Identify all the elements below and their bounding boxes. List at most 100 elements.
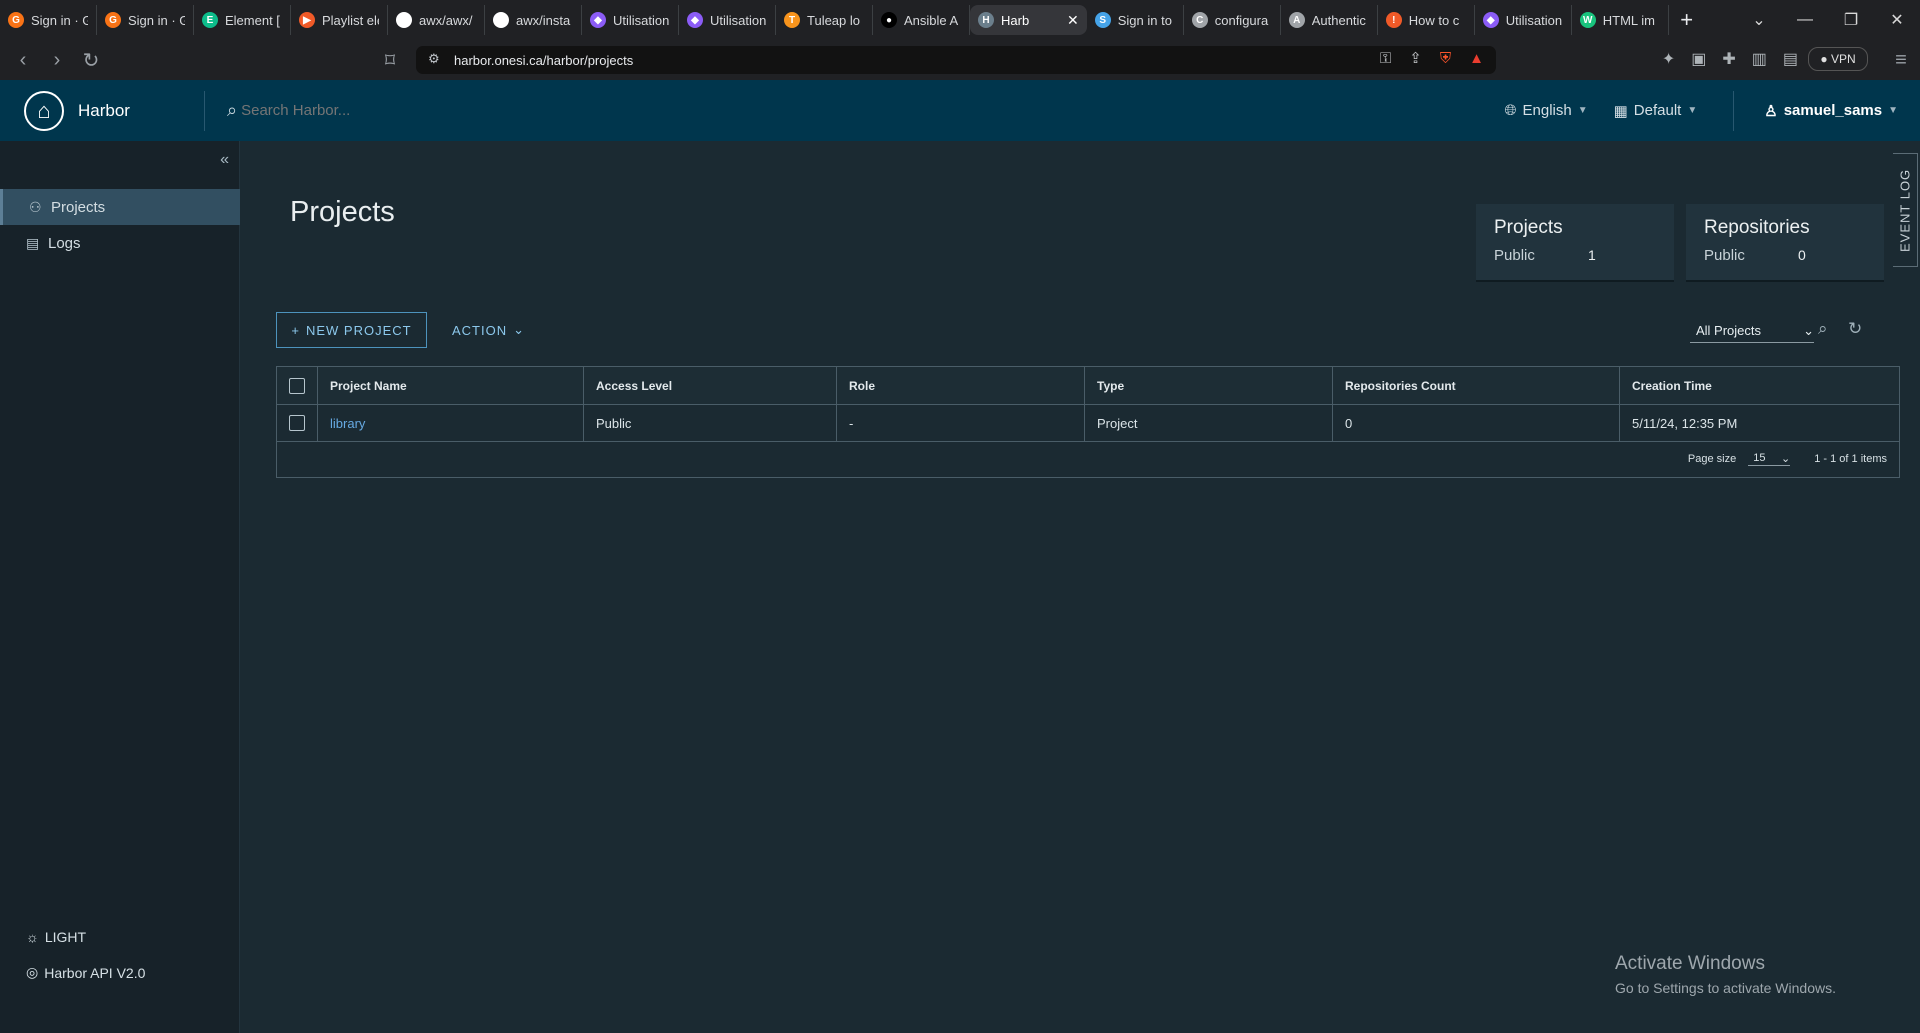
chevron-down-icon: ▼ — [1687, 105, 1698, 116]
header-type[interactable]: Type — [1084, 367, 1332, 404]
tab-title: Playlist ele — [322, 12, 379, 28]
stat-label: Public — [1494, 247, 1535, 264]
tab-search-button[interactable]: ⌄ — [1736, 10, 1782, 30]
share-icon[interactable]: ⇪ — [1409, 49, 1422, 67]
project-link[interactable]: library — [317, 405, 583, 441]
table-header-row: Project Name Access Level Role Type Repo… — [277, 367, 1899, 405]
tab-title: Utilisation — [613, 12, 670, 28]
key-icon[interactable]: ⚿ — [1380, 50, 1391, 67]
puzzle-icon[interactable]: ✚ — [1722, 49, 1735, 69]
sidebar-item-projects[interactable]: ⚇ Projects — [0, 189, 240, 225]
tab-title: Element [ — [225, 12, 280, 28]
minimize-button[interactable]: — — [1782, 11, 1828, 29]
browser-tab[interactable]: ◆ Utilisation — [1475, 5, 1572, 35]
repositories-stat-card: Repositories Public 0 — [1686, 204, 1884, 282]
sidebar-item-label: Logs — [48, 234, 81, 252]
close-window-button[interactable]: ✕ — [1874, 10, 1920, 30]
collapse-sidebar-icon[interactable]: « — [220, 151, 229, 169]
browser-tab[interactable]: A Authentic — [1281, 5, 1378, 35]
vpn-button[interactable]: ● VPN — [1808, 47, 1868, 71]
projects-table: Project Name Access Level Role Type Repo… — [276, 366, 1900, 478]
tab-title: Authentic — [1311, 12, 1366, 28]
select-all-checkbox[interactable] — [289, 377, 305, 394]
select-all-cell — [277, 367, 317, 404]
creation-time-cell: 5/11/24, 12:35 PM — [1619, 405, 1901, 441]
user-menu[interactable]: ♙ samuel_sams ▼ — [1764, 102, 1898, 120]
harbor-header: ⌂ Harbor ⌕ 🌐︎ English ▼ ▦ Default ▼ ♙ sa… — [0, 80, 1920, 141]
search-input[interactable] — [241, 102, 572, 119]
address-bar-row: ‹ › ↻ ⌑ ⚙ harbor.onesi.ca/harbor/project… — [0, 40, 1920, 80]
brave-rewards-icon[interactable]: ▲ — [1469, 50, 1484, 67]
menu-icon[interactable]: ≡ — [1884, 49, 1918, 72]
tab-title: Sign in to — [1117, 12, 1172, 28]
brave-shield-icon[interactable]: ⛨ — [1440, 50, 1451, 67]
harbor-logo[interactable]: ⌂ Harbor — [0, 90, 204, 131]
reload-icon[interactable]: ↻ — [74, 48, 108, 73]
header-creation-time[interactable]: Creation Time — [1619, 367, 1901, 404]
row-select-cell — [277, 405, 317, 441]
browser-tab[interactable]: ● awx/insta — [485, 5, 582, 35]
stat-value: 0 — [1798, 247, 1806, 263]
tab-favicon-icon: ▶ — [299, 12, 315, 28]
forward-icon[interactable]: › — [40, 49, 74, 72]
api-icon: ◎ — [26, 964, 39, 980]
header-divider — [204, 90, 205, 131]
header-repositories-count[interactable]: Repositories Count — [1332, 367, 1619, 404]
new-tab-button[interactable]: + — [1669, 7, 1705, 33]
brand-name: Harbor — [78, 100, 130, 120]
url-text[interactable]: harbor.onesi.ca/harbor/projects — [454, 53, 633, 68]
browser-tab[interactable]: S Sign in to — [1087, 5, 1184, 35]
activate-windows-title: Activate Windows — [1615, 953, 1765, 974]
tab-favicon-icon: ! — [1385, 12, 1402, 28]
new-project-button[interactable]: + NEW PROJECT — [276, 312, 427, 348]
extension-icon[interactable]: ✦ — [1662, 49, 1675, 69]
language-menu[interactable]: 🌐︎ English ▼ — [1504, 102, 1587, 119]
search-icon[interactable]: ⌕ — [227, 100, 237, 121]
browser-tab[interactable]: ▶ Playlist ele — [291, 5, 388, 35]
projects-stat-card: Projects Public 1 — [1476, 204, 1674, 282]
browser-tab[interactable]: W HTML im — [1572, 5, 1669, 35]
bookmark-icon[interactable]: ⌑ — [373, 48, 407, 73]
stat-title: Repositories — [1704, 217, 1810, 238]
api-link-label: Harbor API V2.0 — [44, 964, 146, 981]
harbor-api-link[interactable]: ◎ Harbor API V2.0 — [26, 964, 145, 981]
browser-tab[interactable]: G Sign in · G — [0, 5, 97, 35]
browser-tab[interactable]: ! How to c — [1378, 5, 1475, 35]
header-project-name[interactable]: Project Name — [317, 367, 583, 404]
page-size-select[interactable]: 15 ⌄ — [1748, 452, 1791, 466]
site-settings-icon[interactable]: ⚙ — [428, 51, 440, 67]
browser-tab[interactable]: ◆ Utilisation — [679, 5, 776, 35]
maximize-button[interactable]: ❐ — [1828, 10, 1874, 30]
project-filter-select[interactable]: All Projects ⌄ — [1690, 319, 1814, 343]
globe-icon: 🌐︎ — [1504, 102, 1517, 119]
theme-toggle-light[interactable]: ☼ LIGHT — [26, 929, 86, 945]
sidebar-icon[interactable]: ▥ — [1752, 49, 1767, 69]
event-log-tab[interactable]: EVENT LOG — [1893, 153, 1918, 267]
close-tab-icon[interactable]: ✕ — [1067, 12, 1079, 29]
refresh-icon[interactable]: ↻ — [1848, 319, 1862, 339]
browser-tab[interactable]: ● Ansible A — [873, 5, 970, 35]
activate-windows-subtitle: Go to Settings to activate Windows. — [1615, 980, 1836, 996]
row-checkbox[interactable] — [289, 415, 305, 431]
header-access-level[interactable]: Access Level — [583, 367, 836, 404]
logs-icon: ▤ — [26, 234, 40, 251]
browser-tab[interactable]: T Tuleap lo — [776, 5, 873, 35]
url-bar[interactable]: ⚙ harbor.onesi.ca/harbor/projects ⚿ ⇪ ⛨ … — [416, 46, 1496, 74]
header-role[interactable]: Role — [836, 367, 1084, 404]
browser-tab[interactable]: ◆ Utilisation — [582, 5, 679, 35]
theme-menu[interactable]: ▦ Default ▼ — [1614, 102, 1698, 120]
sidebar-item-logs[interactable]: ▤ Logs — [0, 225, 240, 261]
browser-tab[interactable]: G Sign in · G — [97, 5, 194, 35]
screenshot-icon[interactable]: ▣ — [1691, 49, 1706, 69]
browser-tab[interactable]: H Harb ✕ — [970, 5, 1087, 35]
browser-tab[interactable]: E Element [ — [194, 5, 291, 35]
browser-tab[interactable]: Cconfigura — [1184, 5, 1281, 35]
back-icon[interactable]: ‹ — [6, 49, 40, 72]
action-dropdown[interactable]: ACTION ⌄ — [452, 312, 525, 348]
theme-toggle-label: LIGHT — [44, 929, 87, 945]
browser-tab[interactable]: ● awx/awx/ — [388, 5, 485, 35]
wallet-icon[interactable]: ▤ — [1783, 49, 1798, 69]
tab-favicon-icon: ● — [881, 12, 897, 28]
tab-title: Tuleap lo — [807, 12, 860, 28]
search-icon[interactable]: ⌕ — [1818, 319, 1828, 339]
